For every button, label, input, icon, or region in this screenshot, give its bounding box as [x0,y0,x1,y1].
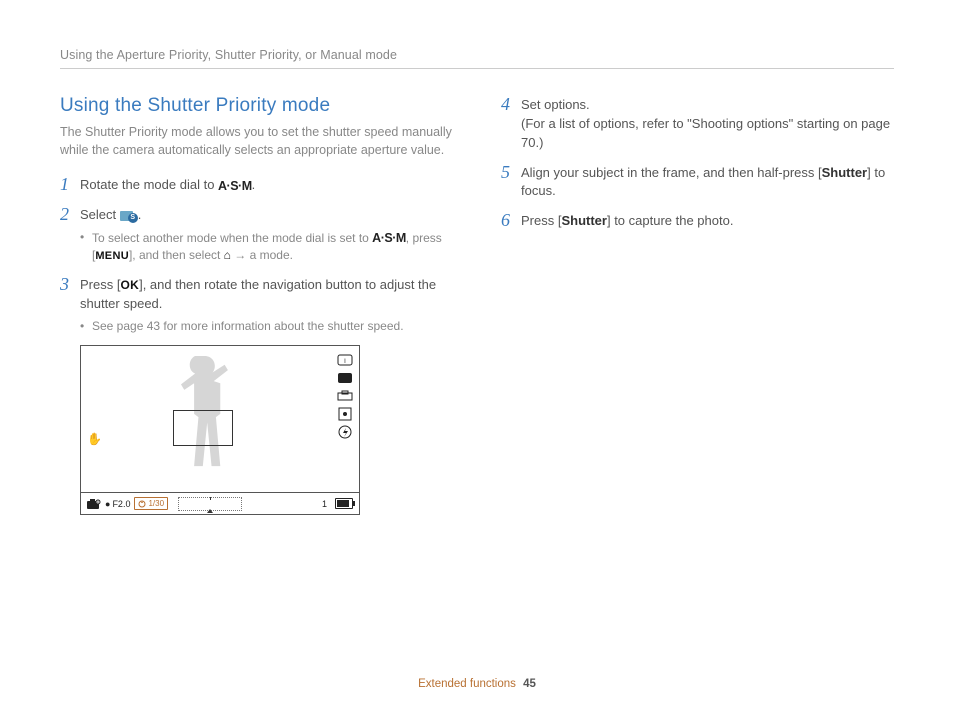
ok-icon: OK [120,278,139,292]
camera-preview-illustration: ✋ I S ● F2.0 1/30 [80,345,360,515]
mode-letter: S [128,213,138,223]
content-columns: Using the Shutter Priority mode The Shut… [60,95,894,515]
left-column: Using the Shutter Priority mode The Shut… [60,95,453,515]
aperture-value: ● F2.0 [105,499,130,509]
shutter-speed-box: 1/30 [134,497,168,510]
step-line1: Set options. [521,97,590,112]
step-text-pre: Press [ [521,213,561,228]
dial-icon [138,500,146,508]
step-number: 3 [60,275,80,295]
preview-main: ✋ I [81,346,359,492]
step-2: 2 Select S . • To select another mode wh… [60,205,453,265]
focus-rectangle-icon [173,410,233,446]
step-number: 5 [501,163,521,183]
bullet-dot: • [80,318,92,335]
step-body: Press [Shutter] to capture the photo. [521,211,733,231]
step-text-post: . [252,177,256,192]
flash-icon [337,426,353,438]
camera-mode-icon: S [87,499,101,509]
sub-mid2: ], and then select [129,248,224,262]
step-body: Select S . • To select another mode when… [80,205,453,265]
battery-icon [335,498,353,509]
step-number: 1 [60,175,80,195]
page-footer: Extended functions 45 [0,678,954,690]
step-line2: (For a list of options, refer to "Shooti… [521,116,890,150]
sub-text: To select another mode when the mode dia… [92,229,453,265]
shutter-bold: Shutter [822,165,868,180]
step-3: 3 Press [OK], and then rotate the naviga… [60,275,453,335]
menu-icon: MENU [95,250,129,262]
step-5: 5 Align your subject in the frame, and t… [501,163,894,202]
step-body: Rotate the mode dial to A·S·M. [80,175,255,195]
ev-scale-icon [178,497,242,511]
shutter-text: 1/30 [148,499,164,508]
section-title: Using the Shutter Priority mode [60,95,453,117]
quality-icon [337,372,353,384]
step-body: Align your subject in the frame, and the… [521,163,894,202]
svg-text:I: I [344,359,346,365]
stabilization-icon: ✋ [87,432,102,446]
step-4: 4 Set options. (For a list of options, r… [501,95,894,153]
aperture-text: F2.0 [112,499,130,509]
asm-icon: A·S·M [218,180,252,193]
asm-icon: A·S·M [372,231,406,245]
footer-section: Extended functions [418,678,516,690]
preview-status-bar: S ● F2.0 1/30 1 [81,492,359,514]
step-body: Press [OK], and then rotate the navigati… [80,275,453,335]
step-sub-bullet: • To select another mode when the mode d… [80,229,453,265]
focus-mode-icon [337,390,353,402]
sub-text: See page 43 for more information about t… [92,318,404,335]
step-text-post: . [138,207,142,222]
step-number: 4 [501,95,521,115]
section-intro: The Shutter Priority mode allows you to … [60,123,453,159]
step-6: 6 Press [Shutter] to capture the photo. [501,211,894,231]
bullet-dot: • [80,229,92,265]
shutter-mode-select-icon: S [120,209,138,223]
preview-right-icons: I [337,354,353,438]
step-text-post: ] to capture the photo. [607,213,733,228]
svg-text:S: S [97,500,100,505]
step-1: 1 Rotate the mode dial to A·S·M. [60,175,453,195]
step-text-pre: Align your subject in the frame, and the… [521,165,822,180]
page-header: Using the Aperture Priority, Shutter Pri… [60,48,894,69]
step-sub-bullet: • See page 43 for more information about… [80,318,453,335]
step-text: Select [80,207,120,222]
right-column: 4 Set options. (For a list of options, r… [501,95,894,515]
sub-pre: To select another mode when the mode dia… [92,231,372,245]
step-number: 2 [60,205,80,225]
step-text-pre: Press [ [80,277,120,292]
shutter-bold: Shutter [561,213,607,228]
home-icon: ⌂ [224,248,231,262]
shots-remaining: 1 [322,499,327,509]
footer-page-number: 45 [523,678,536,690]
sub-post: a mode. [246,248,293,262]
step-body: Set options. (For a list of options, ref… [521,95,894,153]
size-icon: I [337,354,353,366]
step-text: Rotate the mode dial to [80,177,218,192]
metering-icon [337,408,353,420]
arrow-icon: → [234,248,246,262]
step-number: 6 [501,211,521,231]
